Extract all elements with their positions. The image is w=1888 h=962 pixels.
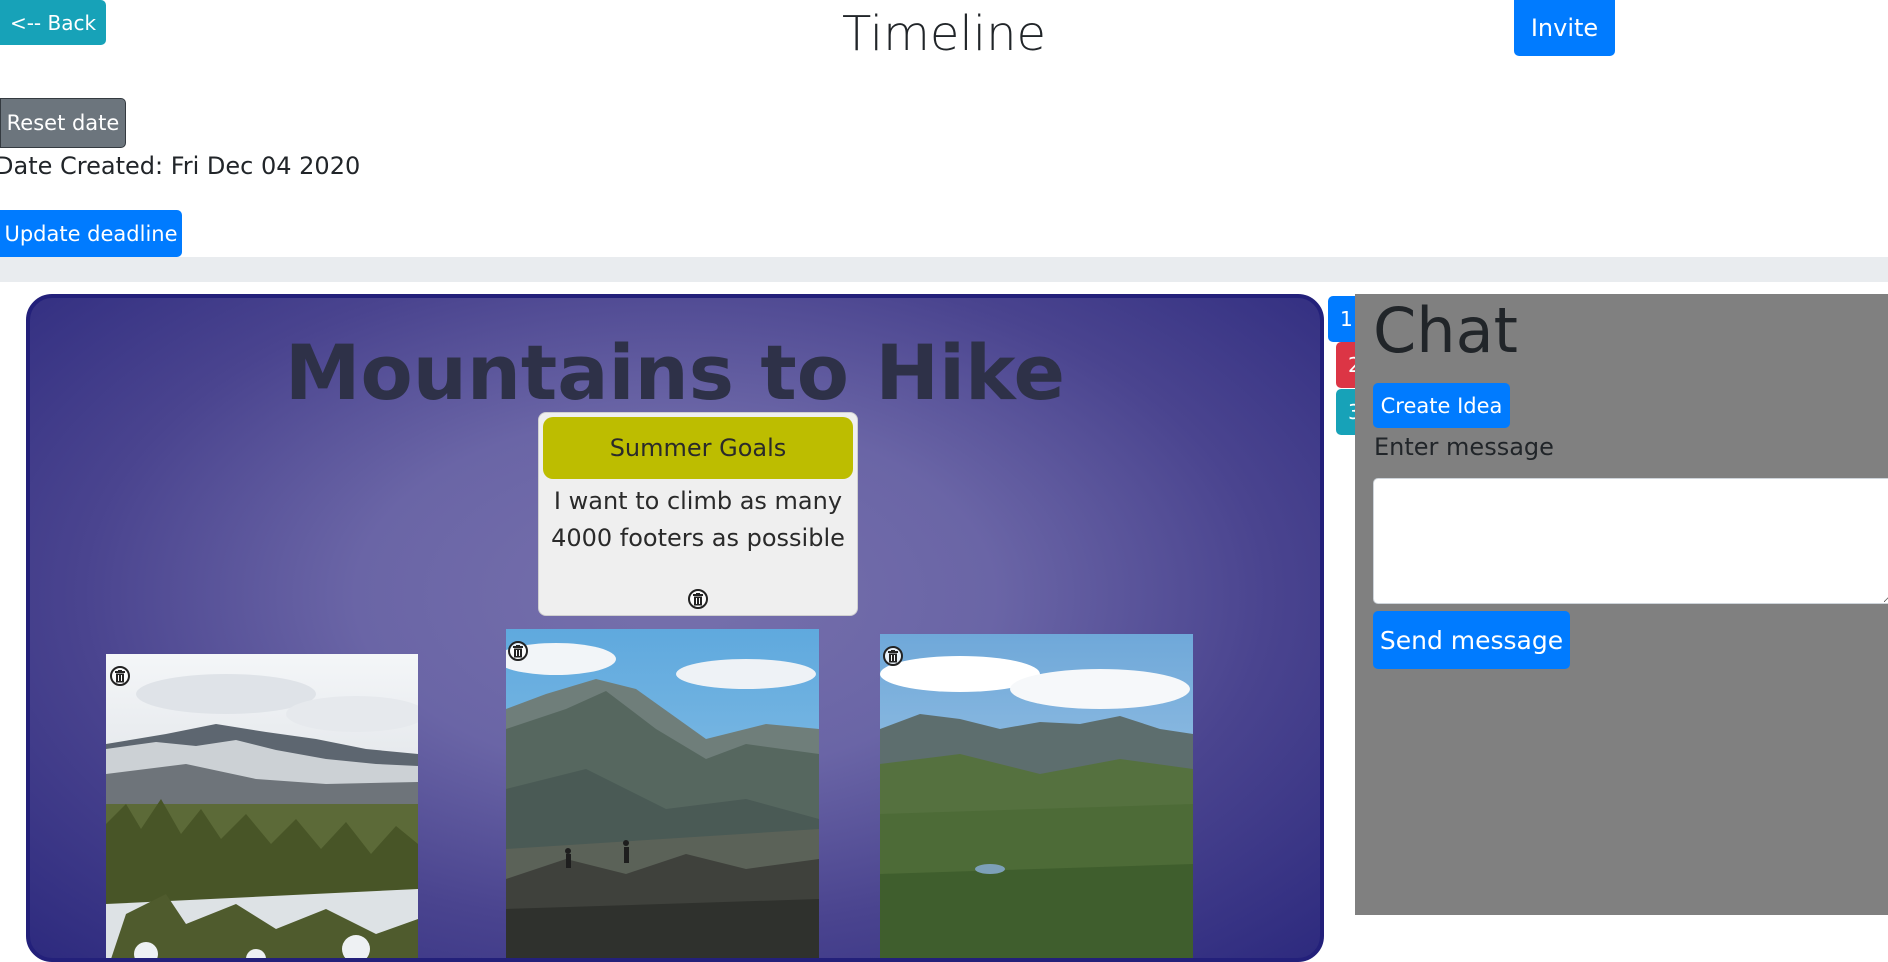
section-divider [0,257,1888,282]
send-message-button[interactable]: Send message [1373,611,1570,669]
note-card[interactable]: Summer Goals I want to climb as many 400… [538,412,858,616]
snowy-ridge-photo[interactable] [106,654,418,958]
hikers-summit-photo[interactable] [506,629,819,958]
trash-icon[interactable] [883,646,903,666]
idea-board: Mountains to Hike Summer Goals I want to… [26,294,1324,962]
create-idea-button[interactable]: Create Idea [1373,383,1510,428]
update-deadline-button[interactable]: Update deadline [0,210,182,257]
trash-icon[interactable] [110,666,130,686]
note-body: I want to climb as many 4000 footers as … [539,483,857,557]
chat-panel: Chat Create Idea Enter message Send mess… [1355,294,1888,915]
tab-1[interactable]: 1 [1328,296,1358,342]
chat-title: Chat [1373,294,1518,367]
note-header: Summer Goals [543,417,853,479]
reset-date-button[interactable]: Reset date [0,98,126,148]
board-title: Mountains to Hike [284,328,1066,417]
date-created-text: Date Created: Fri Dec 04 2020 [0,152,361,180]
enter-message-label: Enter message [1374,433,1554,461]
back-button[interactable]: <-- Back [0,0,106,45]
trash-icon[interactable] [688,589,708,609]
message-input[interactable] [1373,478,1888,604]
note-body-line: I want to climb as many [553,487,843,515]
note-body-line: 4000 footers as possible [551,524,845,552]
trash-icon[interactable] [508,641,528,661]
invite-button[interactable]: Invite [1514,0,1615,56]
green-valley-photo[interactable] [880,634,1193,958]
